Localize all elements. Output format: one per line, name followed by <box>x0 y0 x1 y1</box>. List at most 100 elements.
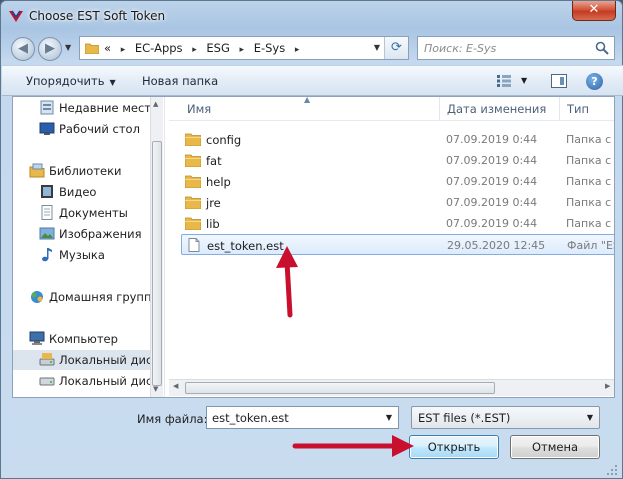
search-input[interactable]: Поиск: E-Sys <box>417 36 615 60</box>
images-icon <box>39 227 55 240</box>
nav-item-video[interactable]: Видео <box>13 182 163 202</box>
chevron-down-icon: ▼ <box>109 78 116 87</box>
scroll-left-icon[interactable]: ◀ <box>173 382 178 390</box>
nav-item-libraries[interactable]: Библиотеки <box>13 161 163 181</box>
file-list[interactable]: ▲ Имя Дата изменения Тип config 07.09.20… <box>169 97 614 397</box>
scroll-down-icon[interactable]: ▼ <box>153 385 158 393</box>
music-icon <box>42 248 52 262</box>
file-type: Папка с ф <box>566 154 614 167</box>
breadcrumb-separator[interactable]: ▸ <box>121 45 126 55</box>
close-icon: ✕ <box>588 2 600 17</box>
pane-splitter[interactable] <box>164 97 168 397</box>
file-name: help <box>206 175 231 189</box>
file-type-filter-select[interactable]: EST files (*.EST) ▼ <box>411 406 600 429</box>
folder-icon <box>185 154 201 167</box>
arrow-right-icon: ▶ <box>45 41 55 56</box>
breadcrumb-separator[interactable]: ▸ <box>240 45 245 55</box>
title-bar[interactable]: Choose EST Soft Token ✕ <box>1 1 622 31</box>
scroll-right-icon[interactable]: ▶ <box>605 382 610 390</box>
scroll-up-icon[interactable]: ▲ <box>153 100 158 108</box>
nav-item-local-disk-1[interactable]: Локальный диск <box>13 350 163 370</box>
dialog-window: Choose EST Soft Token ✕ ◀ ▶ ▼ « ▸ EC-App… <box>0 0 623 479</box>
recent-pages-dropdown[interactable]: ▼ <box>65 43 71 52</box>
nav-item-label: Библиотеки <box>49 164 122 178</box>
breadcrumb: « ▸ EC-Apps ▸ ESG ▸ E-Sys ▸ <box>104 41 305 55</box>
nav-scrollbar-thumb[interactable] <box>152 141 162 386</box>
view-dropdown[interactable]: ▼ <box>521 76 527 85</box>
local-disk-icon <box>39 353 55 366</box>
file-row-fat[interactable]: fat 07.09.2019 0:44 Папка с ф <box>181 150 614 171</box>
resize-grip-icon[interactable] <box>605 463 619 477</box>
navigation-pane[interactable]: Недавние места Рабочий стол Библиотеки В… <box>13 97 163 397</box>
file-name: est_token.est <box>207 239 284 253</box>
file-type: Папка с ф <box>566 196 614 209</box>
back-button[interactable]: ◀ <box>11 37 35 61</box>
file-date: 07.09.2019 0:44 <box>446 217 538 230</box>
nav-item-computer[interactable]: Компьютер <box>13 329 163 349</box>
column-divider[interactable] <box>559 97 560 121</box>
column-header-row: ▲ Имя Дата изменения Тип <box>169 97 614 121</box>
column-header-date[interactable]: Дата изменения <box>447 102 546 116</box>
preview-pane-icon[interactable] <box>551 74 567 88</box>
help-icon[interactable]: ? <box>586 73 603 90</box>
nav-item-label: Документы <box>59 206 128 220</box>
column-header-type[interactable]: Тип <box>567 102 589 116</box>
file-name: config <box>206 133 242 147</box>
nav-item-label: Рабочий стол <box>59 122 140 136</box>
computer-icon <box>29 331 45 345</box>
folder-icon <box>85 43 99 54</box>
file-list-h-scrollbar[interactable]: ◀ ▶ <box>169 379 614 396</box>
file-row-lib[interactable]: lib 07.09.2019 0:44 Папка с ф <box>181 213 614 234</box>
nav-item-documents[interactable]: Документы <box>13 203 163 223</box>
search-icon[interactable] <box>595 41 609 55</box>
chevron-down-icon[interactable]: ▼ <box>386 413 392 422</box>
breadcrumb-item-e-sys[interactable]: E-Sys <box>254 41 286 55</box>
breadcrumb-separator[interactable]: ▸ <box>192 45 197 55</box>
address-history-dropdown[interactable]: ▼ <box>374 43 380 52</box>
libraries-icon <box>29 163 45 178</box>
nav-item-label: Видео <box>59 185 97 199</box>
file-date: 07.09.2019 0:44 <box>446 196 538 209</box>
forward-button[interactable]: ▶ <box>38 37 62 61</box>
file-name: jre <box>206 196 221 210</box>
nav-item-label: Локальный диск <box>59 374 160 388</box>
command-toolbar: Упорядочить ▼ Новая папка ▼ ? <box>2 65 623 96</box>
folder-icon <box>185 175 201 188</box>
nav-item-music[interactable]: Музыка <box>13 245 163 265</box>
file-type-filter-value: EST files (*.EST) <box>418 411 511 425</box>
nav-item-label: Компьютер <box>49 332 118 346</box>
filename-input[interactable]: est_token.est ▼ <box>206 406 399 429</box>
organize-label: Упорядочить <box>26 74 105 88</box>
cancel-button[interactable]: Отмена <box>510 435 600 459</box>
app-logo-icon <box>9 10 23 22</box>
file-row-jre[interactable]: jre 07.09.2019 0:44 Папка с ф <box>181 192 614 213</box>
breadcrumb-overflow[interactable]: « <box>104 41 111 55</box>
nav-item-homegroup[interactable]: Домашняя группа <box>13 287 163 307</box>
column-header-name[interactable]: Имя <box>187 102 211 116</box>
nav-item-label: Локальный диск <box>59 353 160 367</box>
file-date: 07.09.2019 0:44 <box>446 133 538 146</box>
refresh-button[interactable]: ⟳ <box>384 37 408 59</box>
nav-item-images[interactable]: Изображения <box>13 224 163 244</box>
file-row-est-token[interactable]: est_token.est 29.05.2020 12:45 Файл "ES <box>181 234 614 255</box>
nav-item-local-disk-2[interactable]: Локальный диск <box>13 371 163 391</box>
open-button[interactable]: Открыть <box>409 435 499 459</box>
window-title: Choose EST Soft Token <box>29 9 166 23</box>
close-button[interactable]: ✕ <box>572 1 616 21</box>
file-row-help[interactable]: help 07.09.2019 0:44 Папка с ф <box>181 171 614 192</box>
address-bar[interactable]: « ▸ EC-Apps ▸ ESG ▸ E-Sys ▸ ▼ ⟳ <box>79 36 409 60</box>
column-divider[interactable] <box>439 97 440 121</box>
documents-icon <box>41 205 53 220</box>
breadcrumb-separator[interactable]: ▸ <box>295 45 300 55</box>
h-scrollbar-thumb[interactable] <box>185 382 495 394</box>
file-row-config[interactable]: config 07.09.2019 0:44 Папка с ф <box>181 129 614 150</box>
file-icon <box>188 238 200 252</box>
breadcrumb-item-ec-apps[interactable]: EC-Apps <box>135 41 183 55</box>
view-options-icon[interactable] <box>497 75 511 87</box>
breadcrumb-item-esg[interactable]: ESG <box>206 41 229 55</box>
nav-item-recent-places[interactable]: Недавние места <box>13 98 163 118</box>
nav-item-desktop[interactable]: Рабочий стол <box>13 119 163 139</box>
filename-value: est_token.est <box>212 411 289 425</box>
new-folder-button[interactable]: Новая папка <box>142 74 218 88</box>
organize-button[interactable]: Упорядочить ▼ <box>26 74 116 88</box>
